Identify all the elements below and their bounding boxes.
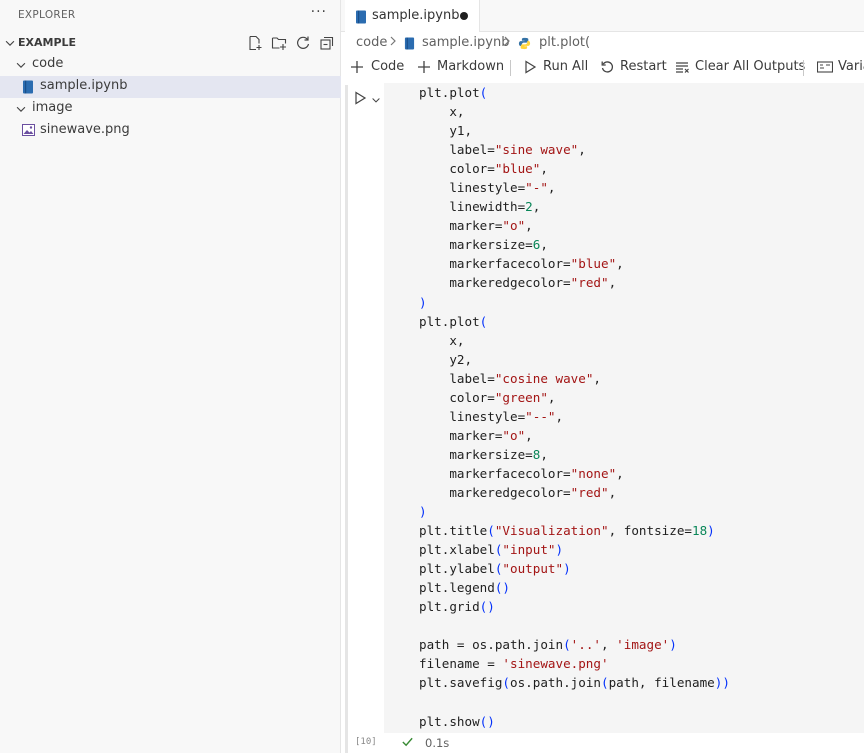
add-code-cell-button[interactable]: Code xyxy=(371,59,404,74)
code-line: ) xyxy=(419,294,427,310)
python-icon xyxy=(518,35,531,54)
code-line: markerfacecolor="none", xyxy=(419,465,624,481)
code-line: color="blue", xyxy=(419,161,548,177)
editor-area: sample.ipynb code sample.ipynb plt.plot(… xyxy=(341,0,864,753)
tab-bar: sample.ipynb xyxy=(341,0,864,32)
tab-label: sample.ipynb xyxy=(372,8,460,23)
code-line: plt.plot( xyxy=(419,313,488,329)
breadcrumb: code sample.ipynb plt.plot( xyxy=(341,34,864,54)
workspace-name: EXAMPLE xyxy=(18,36,77,49)
run-all-button[interactable]: Run All xyxy=(543,59,588,74)
explorer-actions xyxy=(246,34,335,51)
execution-duration: 0.1s xyxy=(425,736,450,750)
notebook-toolbar: Code Markdown Run All Restart Clear All … xyxy=(341,57,864,79)
code-line: plt.legend() xyxy=(419,580,511,596)
cell-status-bar: [10] 0.1s xyxy=(341,734,864,753)
code-line: label="sine wave", xyxy=(419,142,586,158)
code-line: x, xyxy=(419,332,465,348)
tree-folder-image[interactable]: image xyxy=(0,98,341,120)
image-file-icon xyxy=(22,124,35,140)
code-line: path = os.path.join('..', 'image') xyxy=(419,637,677,653)
explorer-header: EXPLORER ··· xyxy=(0,0,341,31)
code-line: marker="o", xyxy=(419,427,533,443)
code-line: x, xyxy=(419,104,465,120)
code-line: linestyle="--", xyxy=(419,408,564,424)
code-line: markersize=8, xyxy=(419,446,548,462)
tree-label: image xyxy=(32,100,73,115)
new-folder-icon[interactable] xyxy=(270,34,287,51)
code-line: linewidth=2, xyxy=(419,199,541,215)
code-line: plt.plot( xyxy=(419,85,488,100)
cell-focus-indicator xyxy=(345,85,348,753)
tree-folder-code[interactable]: code xyxy=(0,54,341,76)
tree-label: code xyxy=(32,56,64,71)
chevron-down-icon[interactable] xyxy=(370,91,382,110)
more-actions-icon[interactable]: ··· xyxy=(311,4,327,20)
code-line: plt.show() xyxy=(419,713,495,729)
plus-icon xyxy=(350,60,364,78)
code-line: y1, xyxy=(419,123,473,139)
code-content: plt.plot( x, y1, label="sine wave", colo… xyxy=(419,83,730,731)
notebook-file-icon xyxy=(404,35,415,54)
code-line: ​ xyxy=(419,616,730,635)
toolbar-divider xyxy=(510,60,511,76)
collapse-all-icon[interactable] xyxy=(318,34,335,51)
code-line: markeredgecolor="red", xyxy=(419,275,617,291)
tree-label: sample.ipynb xyxy=(40,78,128,93)
code-line: plt.title("Visualization", fontsize=18) xyxy=(419,523,715,539)
refresh-icon[interactable] xyxy=(294,34,311,51)
execution-count: [10] xyxy=(355,737,377,747)
chevron-right-icon xyxy=(502,35,512,50)
code-line: markerfacecolor="blue", xyxy=(419,256,624,272)
chevron-down-icon xyxy=(3,35,17,54)
plus-icon xyxy=(417,60,431,78)
variables-icon xyxy=(816,60,834,78)
chevron-down-icon xyxy=(14,58,28,76)
restart-icon xyxy=(600,60,614,78)
success-check-icon xyxy=(401,735,414,751)
code-line: label="cosine wave", xyxy=(419,370,601,386)
code-line: filename = 'sinewave.png' xyxy=(419,656,609,672)
code-line: markeredgecolor="red", xyxy=(419,484,617,500)
unsaved-dot-icon[interactable] xyxy=(460,12,468,20)
explorer-title: EXPLORER xyxy=(18,9,76,21)
tree-label: sinewave.png xyxy=(40,122,130,137)
code-line: y2, xyxy=(419,351,473,367)
tree-file-sinewave-png[interactable]: sinewave.png xyxy=(0,120,341,142)
breadcrumb-item[interactable]: sample.ipynb xyxy=(422,35,509,50)
code-line: markersize=6, xyxy=(419,237,548,253)
code-line: color="green", xyxy=(419,389,556,405)
restart-button[interactable]: Restart xyxy=(620,59,667,74)
code-line: ) xyxy=(419,504,427,520)
workspace-section-header[interactable]: EXAMPLE xyxy=(0,32,341,54)
clear-all-outputs-button[interactable]: Clear All Outputs xyxy=(695,59,805,74)
code-line: plt.savefig(os.path.join(path, filename)… xyxy=(419,675,730,691)
add-markdown-cell-button[interactable]: Markdown xyxy=(437,59,504,74)
notebook-file-icon xyxy=(355,9,367,28)
new-file-icon[interactable] xyxy=(246,34,263,51)
run-cell-icon[interactable] xyxy=(353,90,367,109)
notebook-file-icon xyxy=(22,80,34,98)
tab-sample-ipynb[interactable]: sample.ipynb xyxy=(345,0,480,32)
tree-file-sample-ipynb[interactable]: sample.ipynb xyxy=(0,76,341,98)
run-all-icon xyxy=(523,60,537,78)
explorer-sidebar: EXPLORER ··· EXAMPLE code sample.ipynb i… xyxy=(0,0,341,753)
toolbar-divider xyxy=(803,60,804,76)
code-line: plt.xlabel("input") xyxy=(419,542,564,558)
code-line: plt.ylabel("output") xyxy=(419,561,571,577)
variables-button[interactable]: Variables xyxy=(838,59,864,74)
code-line: ​ xyxy=(419,693,730,712)
clear-outputs-icon xyxy=(675,60,690,78)
code-cell-editor[interactable]: plt.plot( x, y1, label="sine wave", colo… xyxy=(384,83,864,733)
code-line: plt.grid() xyxy=(419,599,495,615)
code-line: linestyle="-", xyxy=(419,180,556,196)
breadcrumb-item[interactable]: code xyxy=(356,35,387,50)
chevron-right-icon xyxy=(388,35,398,50)
chevron-down-icon xyxy=(14,102,28,120)
code-line: marker="o", xyxy=(419,218,533,234)
breadcrumb-item[interactable]: plt.plot( xyxy=(539,35,590,50)
